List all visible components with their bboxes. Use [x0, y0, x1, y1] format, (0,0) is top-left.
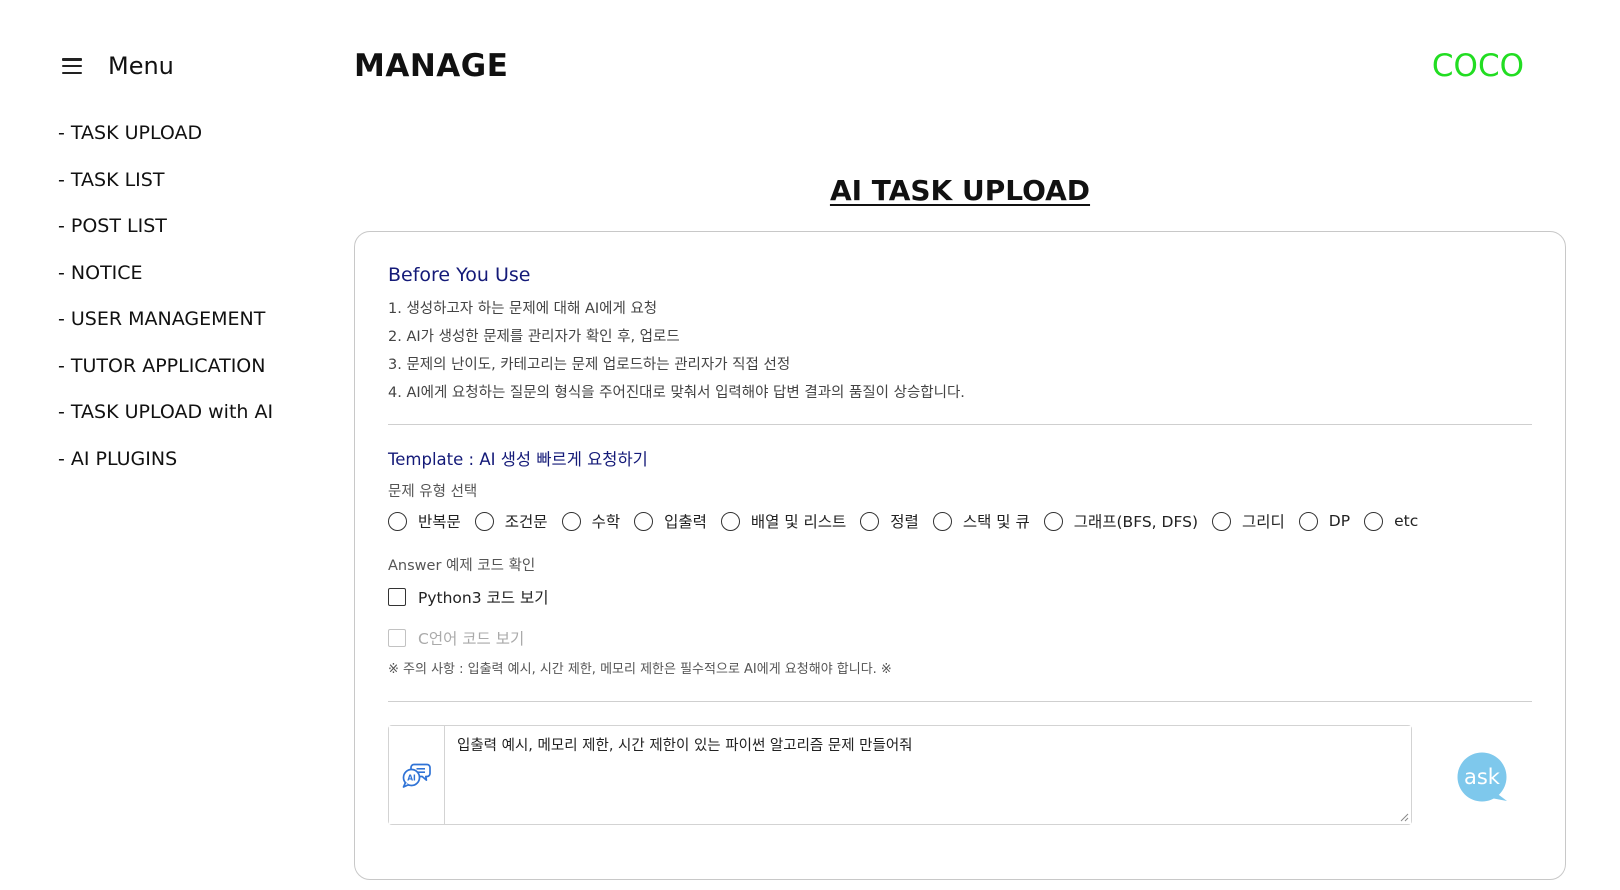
radio-math[interactable]: 수학 [561, 510, 620, 532]
radio-button[interactable] [1298, 511, 1318, 531]
prompt-input-group: AI 입출력 예시, 메모리 제한, 시간 제한이 있는 파이썬 알고리즘 문제… [388, 725, 1412, 825]
sidebar-item-task-upload-ai[interactable]: - TASK UPLOAD with AI [58, 401, 273, 448]
guide-note: 4. AI에게 요청하는 질문의 형식을 주어진대로 맞춰서 입력해야 답변 결… [388, 385, 965, 401]
radio-io[interactable]: 입출력 [634, 510, 707, 532]
svg-text:AI: AI [407, 774, 416, 783]
radio-button[interactable] [1212, 511, 1231, 531]
radio-loop[interactable]: 반복문 [388, 510, 461, 532]
caution-note: ※ 주의 사항 : 입출력 예시, 시간 제한, 메모리 제한은 필수적으로 A… [388, 662, 892, 677]
sidebar-item-ai-plugins[interactable]: - AI PLUGINS [58, 448, 273, 495]
resize-handle-icon[interactable] [1399, 812, 1409, 822]
guide-note: 1. 생성하고자 하는 문제에 대해 AI에게 요청 [388, 301, 658, 317]
radio-button[interactable] [720, 511, 740, 531]
radio-button[interactable] [932, 511, 952, 531]
section-title: AI TASK UPLOAD [829, 174, 1091, 207]
c-code-checkbox[interactable]: C언어 코드 보기 [388, 627, 524, 649]
menu-header[interactable]: Menu [62, 52, 174, 80]
guide-title: Before You Use [388, 264, 531, 286]
sidebar: - TASK UPLOAD - TASK LIST - POST LIST - … [58, 122, 273, 494]
guide-note: 2. AI가 생성한 문제를 관리자가 확인 후, 업로드 [388, 329, 680, 345]
hamburger-icon[interactable] [62, 58, 82, 74]
radio-stack-queue[interactable]: 스택 및 큐 [932, 510, 1030, 532]
guide-notes: 1. 생성하고자 하는 문제에 대해 AI에게 요청 2. AI가 생성한 문제… [388, 300, 965, 412]
ask-button[interactable]: ask [1455, 752, 1515, 806]
checkbox[interactable] [388, 629, 406, 647]
radio-array-list[interactable]: 배열 및 리스트 [720, 510, 846, 532]
radio-etc[interactable]: etc [1364, 511, 1418, 531]
ask-label: ask [1464, 765, 1501, 789]
divider [388, 701, 1532, 702]
radio-conditional[interactable]: 조건문 [474, 510, 548, 532]
sidebar-item-user-management[interactable]: - USER MANAGEMENT [58, 308, 273, 355]
radio-button[interactable] [860, 511, 880, 531]
guide-note: 3. 문제의 난이도, 카테고리는 문제 업로드하는 관리자가 직접 선정 [388, 357, 791, 373]
answer-code-label: Answer 예제 코드 확인 [388, 558, 536, 574]
sidebar-item-task-upload[interactable]: - TASK UPLOAD [58, 122, 273, 169]
radio-graph[interactable]: 그래프(BFS, DFS) [1043, 510, 1198, 532]
template-title: Template : AI 생성 빠르게 요청하기 [388, 450, 648, 469]
radio-button[interactable] [474, 511, 494, 531]
divider [388, 424, 1532, 425]
prompt-input[interactable]: 입출력 예시, 메모리 제한, 시간 제한이 있는 파이썬 알고리즘 문제 만들… [445, 726, 1411, 824]
python-code-checkbox[interactable]: Python3 코드 보기 [388, 586, 548, 608]
radio-button[interactable] [1043, 511, 1063, 531]
radio-button[interactable] [388, 511, 407, 531]
brand-logo[interactable]: COCO [1432, 48, 1524, 84]
prompt-area: 입출력 예시, 메모리 제한, 시간 제한이 있는 파이썬 알고리즘 문제 만들… [445, 726, 1411, 824]
radio-button[interactable] [1364, 511, 1384, 531]
checkbox[interactable] [388, 588, 406, 606]
sidebar-item-task-list[interactable]: - TASK LIST [58, 169, 273, 216]
sidebar-item-post-list[interactable]: - POST LIST [58, 215, 273, 262]
radio-dp[interactable]: DP [1298, 511, 1350, 531]
page-title: MANAGE [354, 48, 509, 84]
menu-title: Menu [108, 52, 174, 80]
problem-type-radio-group: 반복문 조건문 수학 입출력 배열 및 리스트 정렬 스택 및 큐 그래프(BF… [388, 510, 1432, 532]
sidebar-item-notice[interactable]: - NOTICE [58, 262, 273, 309]
radio-button[interactable] [634, 511, 654, 531]
radio-button[interactable] [561, 511, 581, 531]
upload-card: Before You Use 1. 생성하고자 하는 문제에 대해 AI에게 요… [354, 231, 1566, 880]
radio-sort[interactable]: 정렬 [860, 510, 919, 532]
ai-chat-icon: AI [389, 726, 445, 824]
problem-type-label: 문제 유형 선택 [388, 484, 478, 500]
radio-greedy[interactable]: 그리디 [1212, 510, 1285, 532]
sidebar-item-tutor-application[interactable]: - TUTOR APPLICATION [58, 355, 273, 402]
